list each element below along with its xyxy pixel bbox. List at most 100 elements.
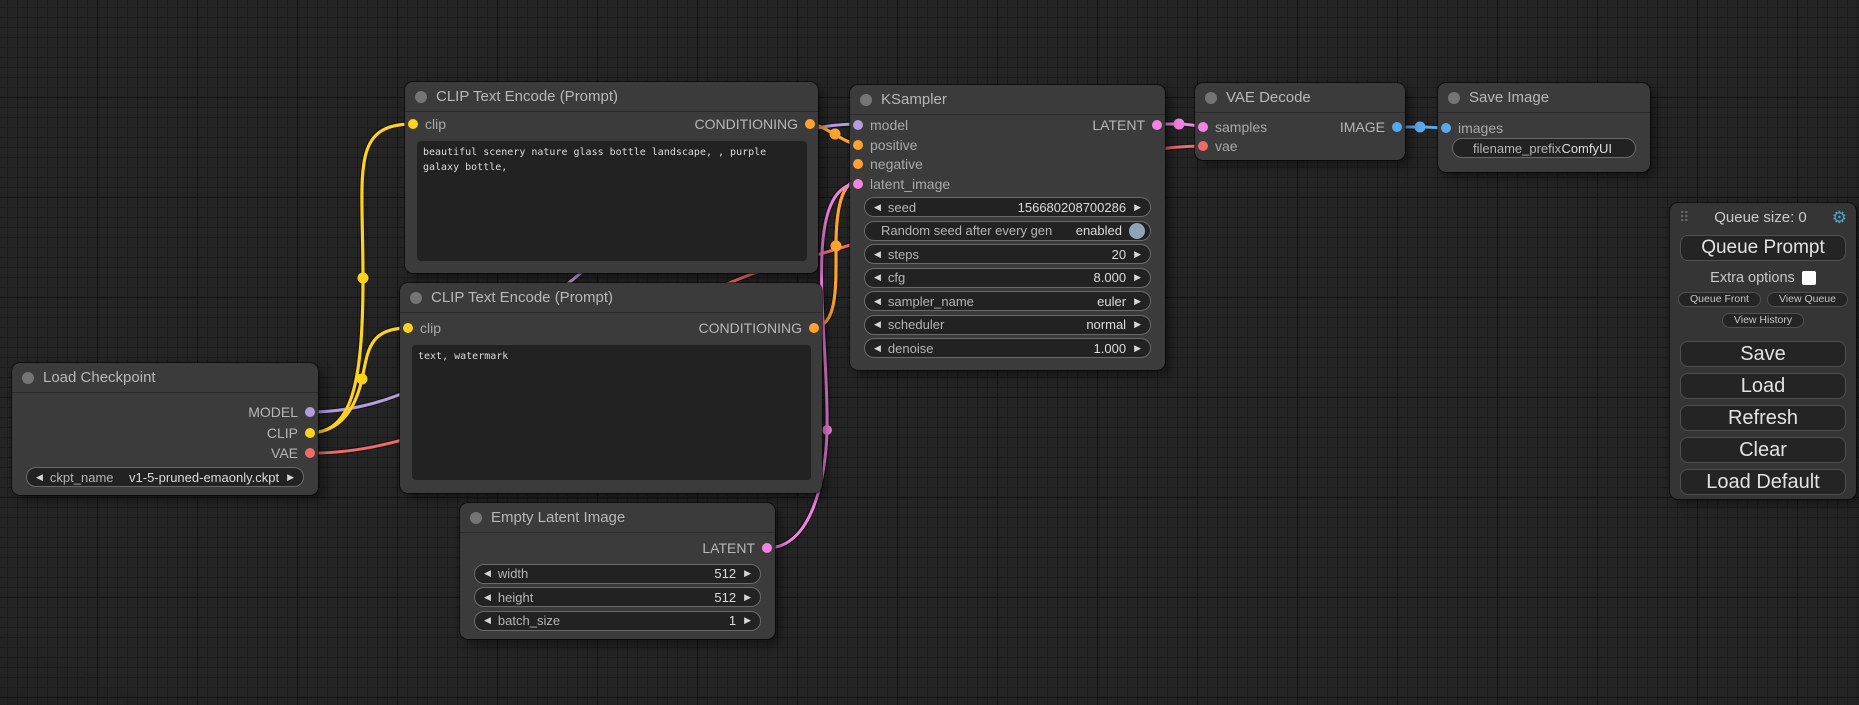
increment-arrow-icon[interactable]: ▶ [1134,249,1141,260]
save-button[interactable]: Save [1680,341,1846,367]
node-graph-canvas[interactable]: Load Checkpoint MODEL CLIP VAE ◀ ckpt_na… [0,0,1859,705]
input-dot-images[interactable] [1441,123,1451,133]
output-label-latent: LATENT [1092,117,1145,133]
decrement-arrow-icon[interactable]: ◀ [484,615,491,626]
node-title: CLIP Text Encode (Prompt) [431,289,613,306]
node-title: CLIP Text Encode (Prompt) [436,88,618,105]
node-status-dot [1205,92,1217,104]
filename-prefix-widget[interactable]: filename_prefix ComfyUI [1452,138,1636,158]
ckpt-name-widget[interactable]: ◀ ckpt_name v1-5-pruned-emaonly.ckpt ▶ [26,467,304,487]
input-dot-positive[interactable] [853,140,863,150]
load-default-button[interactable]: Load Default [1680,469,1846,495]
input-dot-vae[interactable] [1198,141,1208,151]
denoise-widget[interactable]: ◀ denoise 1.000 ▶ [864,338,1151,358]
settings-gear-icon[interactable]: ⚙ [1832,209,1847,226]
increment-arrow-icon[interactable]: ▶ [744,615,751,626]
view-history-button[interactable]: View History [1722,313,1804,328]
output-label-image: IMAGE [1340,119,1385,135]
wire-clip-to-negative [310,328,408,433]
load-button[interactable]: Load [1680,373,1846,399]
decrement-arrow-icon[interactable]: ◀ [874,272,881,283]
output-dot-vae[interactable] [305,448,315,458]
output-dot-image[interactable] [1392,122,1402,132]
output-dot-model[interactable] [305,407,315,417]
increment-arrow-icon[interactable]: ▶ [744,592,751,603]
widget-value: v1-5-pruned-emaonly.ckpt [129,470,279,485]
extra-options-label: Extra options [1710,270,1795,286]
increment-arrow-icon[interactable]: ▶ [1134,272,1141,283]
increment-arrow-icon[interactable]: ▶ [1134,202,1141,213]
input-dot-latent-image[interactable] [853,179,863,189]
reroute-dot [831,241,842,252]
width-widget[interactable]: ◀ width 512 ▶ [474,564,761,584]
drag-handle-icon[interactable]: ⠿ [1679,209,1689,226]
output-dot-latent[interactable] [762,543,772,553]
batch-size-widget[interactable]: ◀ batch_size 1 ▶ [474,611,761,631]
increment-arrow-icon[interactable]: ▶ [1134,319,1141,330]
node-title-bar[interactable]: VAE Decode [1195,83,1405,113]
node-title-bar[interactable]: CLIP Text Encode (Prompt) [405,82,818,112]
decrement-arrow-icon[interactable]: ◀ [874,319,881,330]
node-empty-latent-image[interactable]: Empty Latent Image LATENT ◀ width 512 ▶ … [460,503,775,639]
wire-clip-to-positive [310,124,413,433]
height-widget[interactable]: ◀ height 512 ▶ [474,587,761,607]
queue-prompt-button[interactable]: Queue Prompt [1680,235,1846,261]
input-dot-clip[interactable] [403,323,413,333]
node-load-checkpoint[interactable]: Load Checkpoint MODEL CLIP VAE ◀ ckpt_na… [12,363,318,495]
refresh-button[interactable]: Refresh [1680,405,1846,431]
cfg-widget[interactable]: ◀ cfg 8.000 ▶ [864,268,1151,288]
output-dot-latent[interactable] [1152,120,1162,130]
node-title-bar[interactable]: Save Image [1438,83,1650,113]
output-dot-conditioning[interactable] [805,119,815,129]
node-status-dot [410,292,422,304]
sampler-name-widget[interactable]: ◀ sampler_name euler ▶ [864,291,1151,311]
output-label-vae: VAE [271,445,298,461]
decrement-arrow-icon[interactable]: ◀ [874,249,881,260]
node-title-bar[interactable]: KSampler [850,85,1165,115]
decrement-arrow-icon[interactable]: ◀ [874,202,881,213]
node-ksampler[interactable]: KSampler model LATENT positive negative … [850,85,1165,370]
node-clip-text-encode-positive[interactable]: CLIP Text Encode (Prompt) clip CONDITION… [405,82,818,273]
toggle-circle[interactable] [1129,223,1145,239]
extra-options-checkbox[interactable] [1802,271,1816,285]
steps-widget[interactable]: ◀ steps 20 ▶ [864,244,1151,264]
negative-prompt-textarea[interactable]: text, watermark [412,345,811,480]
output-label-conditioning: CONDITIONING [699,320,802,336]
node-title: Empty Latent Image [491,509,625,526]
node-vae-decode[interactable]: VAE Decode samples IMAGE vae [1195,83,1405,160]
node-title-bar[interactable]: CLIP Text Encode (Prompt) [400,283,822,313]
node-status-dot [415,91,427,103]
node-status-dot [470,512,482,524]
decrement-arrow-icon[interactable]: ◀ [484,592,491,603]
node-title: KSampler [881,91,947,108]
output-dot-clip[interactable] [305,428,315,438]
increment-arrow-icon[interactable]: ▶ [287,472,294,483]
node-title: Load Checkpoint [43,369,156,386]
decrement-arrow-icon[interactable]: ◀ [874,343,881,354]
view-queue-button[interactable]: View Queue [1767,292,1848,307]
input-dot-model[interactable] [853,120,863,130]
node-clip-text-encode-negative[interactable]: CLIP Text Encode (Prompt) clip CONDITION… [400,283,822,493]
random-seed-toggle-widget[interactable]: Random seed after every gen enabled [864,221,1151,241]
node-title: VAE Decode [1226,89,1311,106]
scheduler-widget[interactable]: ◀ scheduler normal ▶ [864,315,1151,335]
output-dot-conditioning[interactable] [809,323,819,333]
queue-front-button[interactable]: Queue Front [1678,292,1761,307]
input-dot-negative[interactable] [853,159,863,169]
seed-widget[interactable]: ◀ seed 156680208700286 ▶ [864,197,1151,217]
queue-control-panel: ⠿ Queue size: 0 ⚙ Queue Prompt Extra opt… [1670,203,1856,499]
clear-button[interactable]: Clear [1680,437,1846,463]
decrement-arrow-icon[interactable]: ◀ [484,568,491,579]
increment-arrow-icon[interactable]: ▶ [1134,296,1141,307]
positive-prompt-textarea[interactable]: beautiful scenery nature glass bottle la… [417,141,807,261]
reroute-dot [1174,119,1185,130]
increment-arrow-icon[interactable]: ▶ [744,568,751,579]
decrement-arrow-icon[interactable]: ◀ [874,296,881,307]
node-title-bar[interactable]: Load Checkpoint [12,363,318,393]
decrement-arrow-icon[interactable]: ◀ [36,472,43,483]
node-title-bar[interactable]: Empty Latent Image [460,503,775,533]
input-dot-clip[interactable] [408,119,418,129]
increment-arrow-icon[interactable]: ▶ [1134,343,1141,354]
input-dot-samples[interactable] [1198,122,1208,132]
node-save-image[interactable]: Save Image images filename_prefix ComfyU… [1438,83,1650,172]
